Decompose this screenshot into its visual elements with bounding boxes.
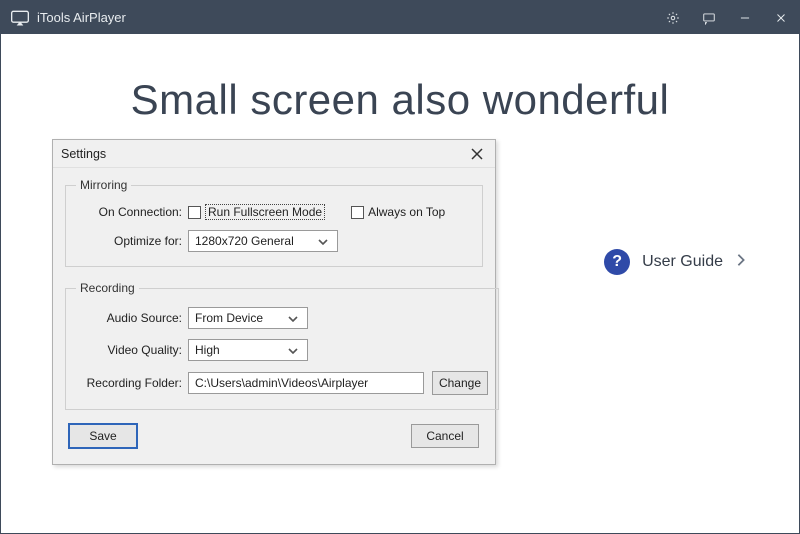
run-fullscreen-label: Run Fullscreen Mode — [205, 204, 325, 220]
help-icon: ? — [604, 249, 630, 275]
chevron-down-icon — [285, 311, 301, 325]
close-button[interactable] — [763, 1, 799, 34]
always-on-top-checkbox[interactable]: Always on Top — [351, 205, 445, 219]
video-quality-select[interactable]: High — [188, 339, 308, 361]
minimize-button[interactable] — [727, 1, 763, 34]
recording-folder-label: Recording Folder: — [76, 376, 188, 390]
recording-folder-value: C:\Users\admin\Videos\Airplayer — [195, 376, 368, 390]
audio-source-select[interactable]: From Device — [188, 307, 308, 329]
change-folder-button[interactable]: Change — [432, 371, 488, 395]
optimize-for-label: Optimize for: — [76, 234, 188, 248]
hero-headline: Small screen also wonderful — [1, 76, 799, 124]
chevron-right-icon — [735, 253, 747, 272]
settings-gear-icon[interactable] — [655, 1, 691, 34]
main-area: Small screen also wonderful ? User Guide… — [1, 34, 799, 533]
dialog-close-button[interactable] — [467, 144, 487, 164]
feedback-icon[interactable] — [691, 1, 727, 34]
checkbox-box-icon — [351, 206, 364, 219]
audio-source-label: Audio Source: — [76, 311, 188, 325]
video-quality-value: High — [195, 343, 285, 357]
checkbox-box-icon — [188, 206, 201, 219]
on-connection-label: On Connection: — [76, 205, 188, 219]
video-quality-label: Video Quality: — [76, 343, 188, 357]
settings-dialog: Settings Mirroring On Connection: Run Fu… — [52, 139, 496, 465]
recording-legend: Recording — [76, 281, 139, 295]
chevron-down-icon — [285, 343, 301, 357]
app-window: iTools AirPlayer Small screen also wonde… — [0, 0, 800, 534]
app-logo-icon — [9, 7, 31, 29]
titlebar: iTools AirPlayer — [1, 1, 799, 34]
cancel-button[interactable]: Cancel — [411, 424, 479, 448]
optimize-for-value: 1280x720 General — [195, 234, 315, 248]
optimize-for-select[interactable]: 1280x720 General — [188, 230, 338, 252]
always-on-top-label: Always on Top — [368, 205, 445, 219]
audio-source-value: From Device — [195, 311, 285, 325]
run-fullscreen-checkbox[interactable]: Run Fullscreen Mode — [188, 204, 325, 220]
user-guide-link[interactable]: ? User Guide — [604, 249, 747, 275]
mirroring-legend: Mirroring — [76, 178, 131, 192]
save-button[interactable]: Save — [69, 424, 137, 448]
dialog-titlebar: Settings — [53, 140, 495, 168]
recording-group: Recording Audio Source: From Device Vide… — [65, 281, 499, 410]
app-title: iTools AirPlayer — [37, 10, 126, 25]
dialog-title: Settings — [61, 147, 106, 161]
mirroring-group: Mirroring On Connection: Run Fullscreen … — [65, 178, 483, 267]
user-guide-label: User Guide — [642, 253, 723, 271]
chevron-down-icon — [315, 234, 331, 248]
recording-folder-field[interactable]: C:\Users\admin\Videos\Airplayer — [188, 372, 424, 394]
